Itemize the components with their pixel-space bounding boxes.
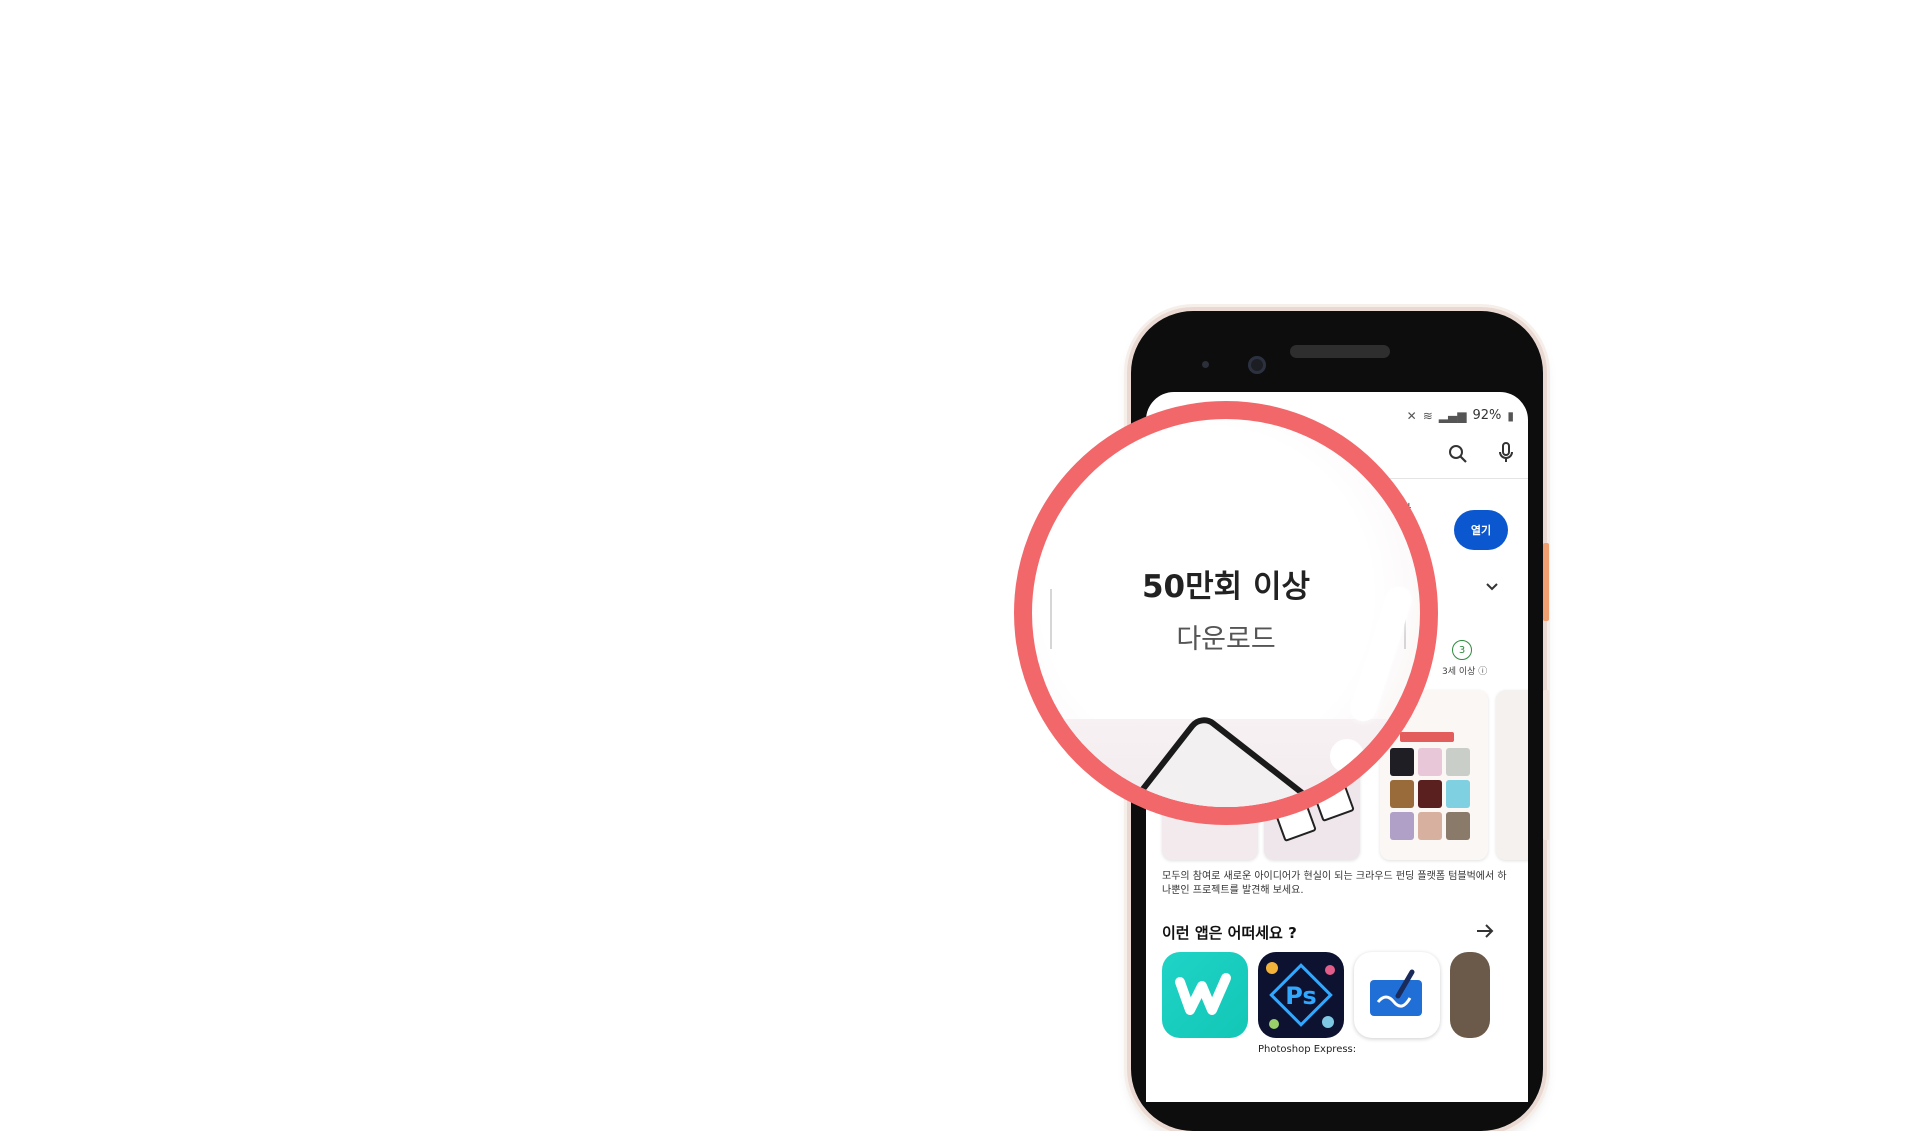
app-icon-photoshop-express[interactable]: Ps: [1258, 952, 1344, 1038]
phone-speaker: [1290, 345, 1390, 358]
mic-icon[interactable]: [1494, 440, 1518, 466]
battery-percent: 92%: [1472, 408, 1502, 423]
status-bar: ✕ ≋ ▂▄▆ 92% ▮: [1407, 408, 1514, 423]
app-icon-whiteboard[interactable]: [1354, 952, 1440, 1038]
wifi-icon: ≋: [1422, 408, 1433, 423]
signal-icon: ▂▄▆: [1438, 408, 1467, 423]
battery-icon: ▮: [1507, 408, 1514, 423]
sensor: [1202, 361, 1209, 368]
mute-icon: ✕: [1406, 408, 1417, 423]
front-camera: [1248, 356, 1266, 374]
grid-image: [1418, 748, 1442, 776]
screenshot-thumb[interactable]: [1496, 690, 1528, 860]
arrow-right-icon[interactable]: [1474, 920, 1496, 942]
grid-image: [1418, 780, 1442, 808]
app-name-label: Photoshop Express:: [1258, 1044, 1357, 1055]
download-count: 50만회 이상: [1141, 569, 1310, 605]
svg-text:Ps: Ps: [1285, 982, 1316, 1010]
chevron-down-icon[interactable]: [1482, 577, 1502, 597]
grid-image: [1446, 748, 1470, 776]
power-button: [1543, 690, 1549, 840]
volume-button: [1543, 543, 1549, 621]
age-rating-label[interactable]: 3세 이상 ⓘ: [1442, 664, 1487, 677]
app-icon-partial[interactable]: [1450, 952, 1490, 1038]
whiteboard-logo-icon: [1370, 969, 1422, 1016]
open-button[interactable]: 열기: [1454, 510, 1508, 550]
grid-image: [1390, 812, 1414, 840]
magnifier-callout: 50만회 이상 다운로드: [1014, 401, 1438, 825]
w-logo-icon: [1175, 973, 1231, 1015]
suggestions-title: 이런 앱은 어떠세요 ?: [1162, 924, 1297, 942]
grid-image: [1446, 780, 1470, 808]
lens-glare-dot: [1330, 739, 1364, 773]
search-icon[interactable]: [1446, 442, 1470, 466]
app-icon-wadiz[interactable]: [1162, 952, 1248, 1038]
grid-image: [1418, 812, 1442, 840]
download-label: 다운로드: [1176, 624, 1276, 655]
app-description: 모두의 참여로 새로운 아이디어가 현실이 되는 크라우드 펀딩 플랫폼 텀블벅…: [1162, 871, 1507, 896]
grid-image: [1446, 812, 1470, 840]
age-rating-badge: 3: [1452, 640, 1472, 660]
ps-logo-icon: Ps: [1266, 962, 1335, 1029]
